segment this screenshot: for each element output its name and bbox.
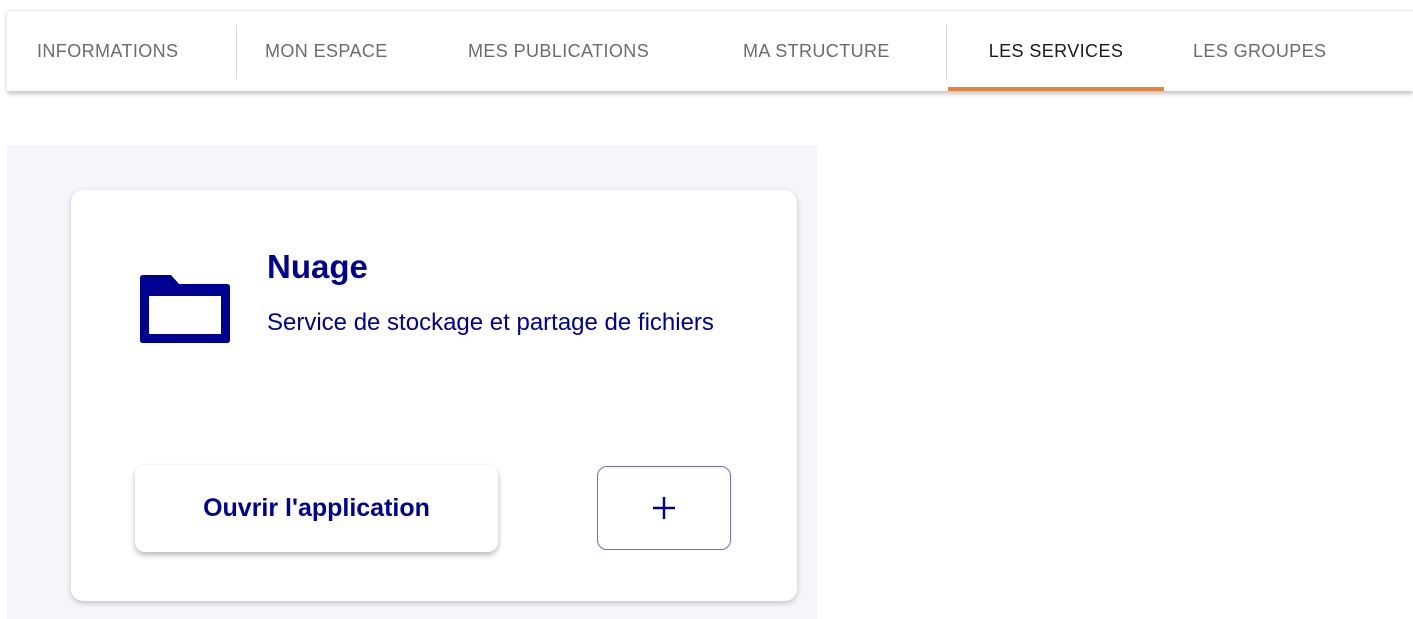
services-panel: Nuage Service de stockage et partage de …: [7, 145, 817, 619]
nav-divider: [236, 25, 237, 79]
tab-les-services[interactable]: LES SERVICES: [948, 11, 1164, 91]
add-button[interactable]: [597, 466, 731, 550]
service-title: Nuage: [267, 248, 368, 285]
tab-les-groupes[interactable]: LES GROUPES: [1193, 11, 1326, 91]
active-tab-indicator: [948, 87, 1164, 91]
main-nav: INFORMATIONS MON ESPACE MES PUBLICATIONS…: [7, 10, 1413, 91]
tab-les-services-label: LES SERVICES: [988, 40, 1124, 61]
nav-divider: [946, 25, 947, 79]
service-description: Service de stockage et partage de fichie…: [267, 309, 714, 336]
tab-mes-publications[interactable]: MES PUBLICATIONS: [468, 11, 649, 91]
tab-informations[interactable]: INFORMATIONS: [37, 11, 178, 91]
folder-icon: [140, 275, 230, 343]
plus-icon: [653, 497, 675, 519]
tab-ma-structure[interactable]: MA STRUCTURE: [743, 11, 890, 91]
open-application-button[interactable]: Ouvrir l'application: [135, 465, 498, 552]
service-card: Nuage Service de stockage et partage de …: [71, 190, 797, 601]
tab-mon-espace[interactable]: MON ESPACE: [265, 11, 388, 91]
